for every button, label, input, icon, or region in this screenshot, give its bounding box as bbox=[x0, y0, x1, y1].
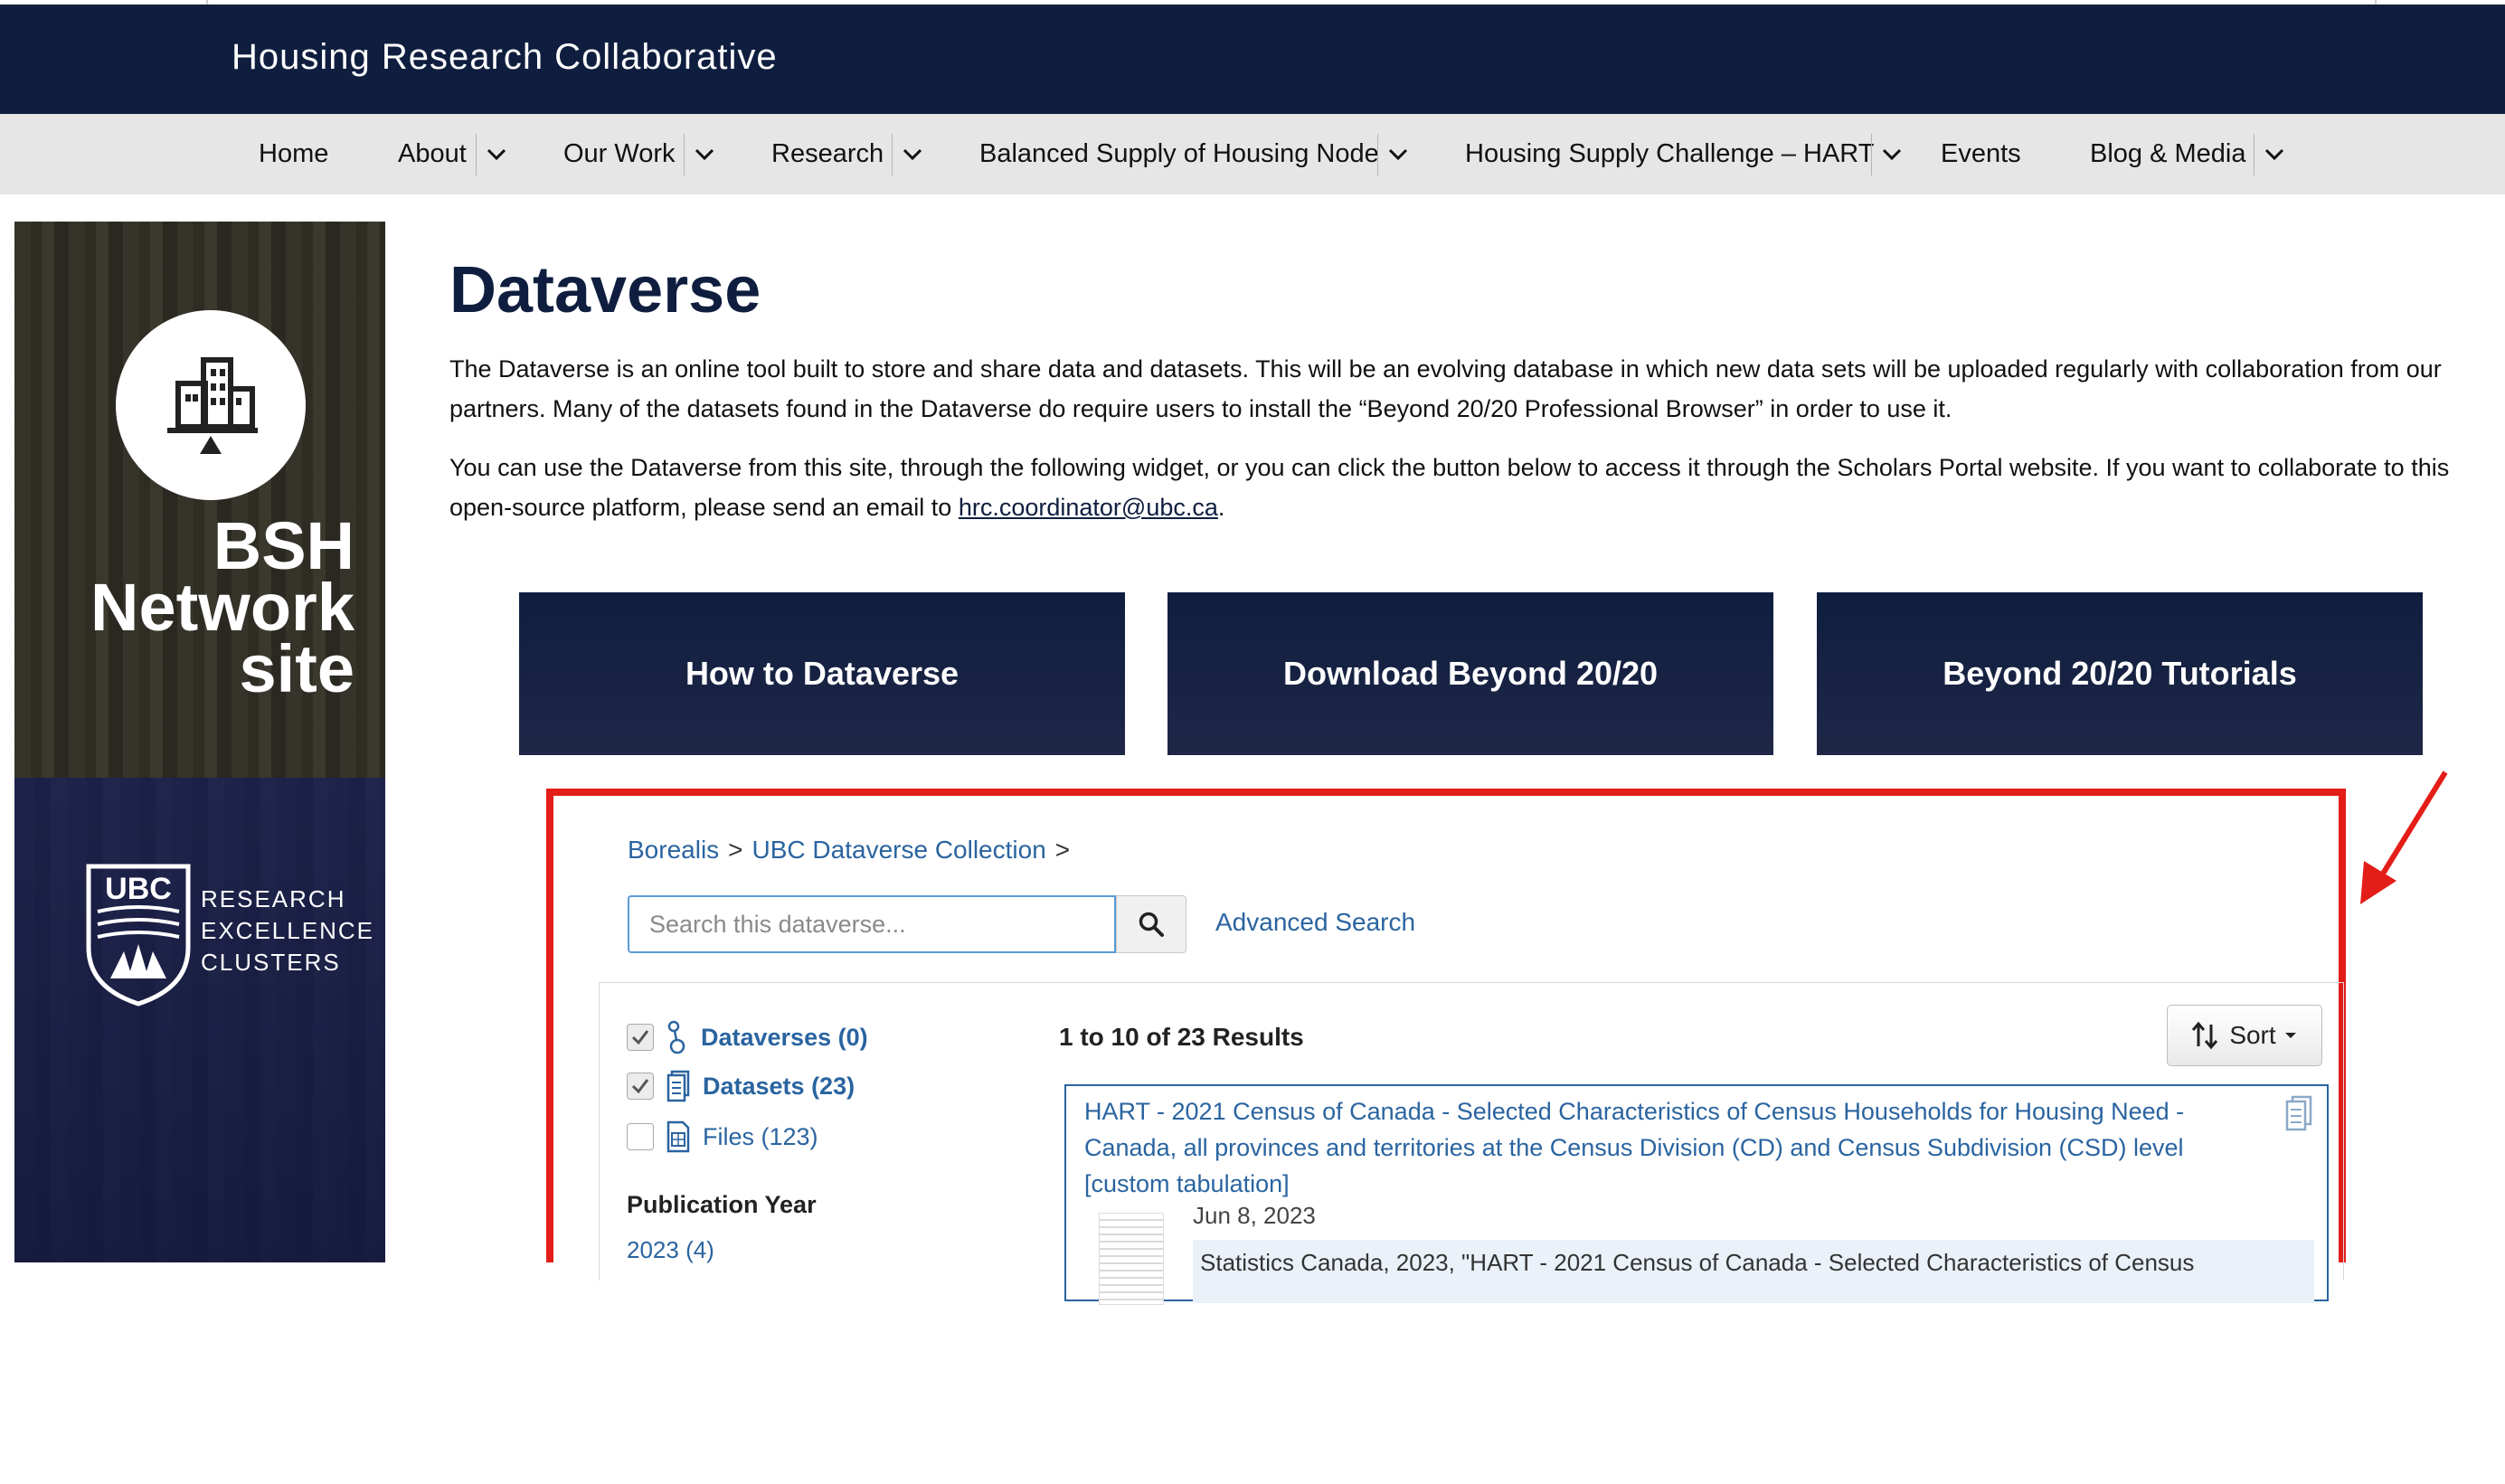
ubc-line1: RESEARCH bbox=[201, 885, 346, 912]
breadcrumb-separator: > bbox=[728, 836, 743, 864]
bsh-cluster-title: BSH Research Cluster bbox=[52, 1286, 354, 1484]
nav-hart-chevron-down-icon[interactable] bbox=[1871, 134, 1912, 175]
how-to-dataverse-button[interactable]: How to Dataverse bbox=[519, 592, 1125, 755]
bsh-network-title: BSH Network site bbox=[90, 508, 354, 706]
publication-year-heading: Publication Year bbox=[627, 1191, 817, 1218]
buildings-icon bbox=[167, 357, 258, 454]
bsh-network-banner[interactable]: BSH Network site bbox=[14, 222, 385, 778]
dataverse-icon bbox=[667, 1020, 685, 1054]
site-header: Housing Research Collaborative bbox=[0, 5, 2505, 114]
ubc-line3: CLUSTERS bbox=[201, 949, 341, 976]
advanced-search-link[interactable]: Advanced Search bbox=[1215, 908, 1415, 937]
dataverses-checkbox[interactable] bbox=[627, 1024, 654, 1051]
dataset-icon bbox=[666, 1070, 690, 1102]
bsh-cluster-line1: BSH bbox=[213, 1286, 354, 1361]
dataverse-widget: Borealis > UBC Dataverse Collection > Advan… bbox=[546, 789, 2346, 1305]
email-link[interactable]: hrc.coordinator@ubc.ca bbox=[959, 494, 1218, 521]
caret-down-icon bbox=[2284, 1033, 2296, 1038]
nav-item-home[interactable]: Home bbox=[259, 114, 328, 194]
bsh-logo bbox=[116, 310, 306, 500]
access-paragraph-text: You can use the Dataverse from this site… bbox=[449, 454, 2450, 521]
download-beyond-2020-button[interactable]: Download Beyond 20/20 bbox=[1167, 592, 1773, 755]
search-icon bbox=[1139, 912, 1164, 937]
access-paragraph-end: . bbox=[1217, 494, 1225, 521]
results-panel: Dataverses (0) Datasets (23) Files (123)… bbox=[599, 982, 2344, 1305]
dataset-thumbnail[interactable] bbox=[1099, 1213, 1164, 1305]
file-icon bbox=[666, 1120, 690, 1153]
nav-item-blog-media[interactable]: Blog & Media bbox=[2090, 114, 2246, 194]
nav-item-our-work[interactable]: Our Work bbox=[563, 114, 676, 194]
red-arrow-icon bbox=[2360, 770, 2448, 904]
facet-files[interactable]: Files (123) bbox=[627, 1120, 818, 1153]
facet-files-label[interactable]: Files (123) bbox=[703, 1123, 818, 1151]
page-title: Dataverse bbox=[449, 254, 761, 326]
result-count: 1 to 10 of 23 Results bbox=[1059, 1023, 1304, 1051]
main-nav: Home About Our Work Research Balanced Su… bbox=[0, 114, 2505, 194]
bsh-research-cluster-banner[interactable]: BSH Research Cluster bbox=[14, 778, 385, 1480]
nav-item-bsh-node[interactable]: Balanced Supply of Housing Node bbox=[979, 114, 1379, 194]
sort-button[interactable]: Sort bbox=[2167, 1005, 2322, 1066]
nav-item-research[interactable]: Research bbox=[771, 114, 884, 194]
facet-datasets-label[interactable]: Datasets (23) bbox=[703, 1073, 855, 1101]
sort-label: Sort bbox=[2229, 1021, 2276, 1049]
files-checkbox[interactable] bbox=[627, 1123, 654, 1150]
access-paragraph: You can use the Dataverse from this site… bbox=[449, 448, 2484, 527]
sort-icon bbox=[2192, 1021, 2218, 1050]
sidebar: BSH Network site BSH Research Cluster UB… bbox=[14, 222, 385, 1480]
breadcrumb: Borealis > UBC Dataverse Collection > bbox=[628, 836, 1079, 865]
nav-research-chevron-down-icon[interactable] bbox=[892, 134, 932, 175]
nav-item-events[interactable]: Events bbox=[1941, 114, 2021, 194]
facet-dataverses-label[interactable]: Dataverses (0) bbox=[701, 1024, 868, 1052]
publication-year-2023-link[interactable]: 2023 (4) bbox=[627, 1236, 714, 1264]
breadcrumb-borealis[interactable]: Borealis bbox=[628, 836, 719, 864]
nav-item-hart[interactable]: Housing Supply Challenge – HART bbox=[1465, 114, 1874, 194]
result-date: Jun 8, 2023 bbox=[1193, 1202, 1316, 1229]
search-button[interactable] bbox=[1116, 895, 1186, 953]
breadcrumb-separator: > bbox=[1054, 836, 1071, 864]
nav-about-chevron-down-icon[interactable] bbox=[476, 134, 516, 175]
facet-dataverses[interactable]: Dataverses (0) bbox=[627, 1019, 868, 1055]
nav-our-work-chevron-down-icon[interactable] bbox=[684, 134, 724, 175]
nav-blog-media-chevron-down-icon[interactable] bbox=[2254, 134, 2294, 175]
site-title[interactable]: Housing Research Collaborative bbox=[232, 37, 778, 78]
breadcrumb-ubc-collection[interactable]: UBC Dataverse Collection bbox=[752, 836, 1046, 864]
bsh-cluster-line2: Research bbox=[52, 1347, 354, 1423]
bsh-network-line1: BSH bbox=[213, 508, 354, 583]
bsh-network-line2: Network bbox=[90, 570, 354, 645]
result-citation: Statistics Canada, 2023, "HART - 2021 Ce… bbox=[1193, 1240, 2314, 1303]
dataverse-search-input[interactable] bbox=[628, 895, 1116, 953]
nav-item-about[interactable]: About bbox=[398, 114, 467, 194]
facet-datasets[interactable]: Datasets (23) bbox=[627, 1070, 855, 1102]
beyond-2020-tutorials-button[interactable]: Beyond 20/20 Tutorials bbox=[1817, 592, 2423, 755]
datasets-checkbox[interactable] bbox=[627, 1073, 654, 1100]
svg-text:UBC: UBC bbox=[105, 872, 172, 906]
nav-bsh-node-chevron-down-icon[interactable] bbox=[1377, 134, 1418, 175]
dataset-icon bbox=[2285, 1095, 2312, 1131]
bsh-network-line3: site bbox=[239, 631, 354, 706]
intro-paragraph: The Dataverse is an online tool built to… bbox=[449, 355, 2442, 422]
ubc-line2: EXCELLENCE bbox=[201, 917, 374, 944]
result-title-link[interactable]: HART - 2021 Census of Canada - Selected … bbox=[1084, 1093, 2260, 1202]
ubc-research-clusters-label: RESEARCH EXCELLENCE CLUSTERS bbox=[201, 884, 374, 978]
bsh-cluster-line3: Cluster bbox=[124, 1409, 354, 1484]
result-item: HART - 2021 Census of Canada - Selected … bbox=[1064, 1084, 2329, 1305]
ubc-crest-logo: UBC bbox=[83, 861, 194, 1012]
